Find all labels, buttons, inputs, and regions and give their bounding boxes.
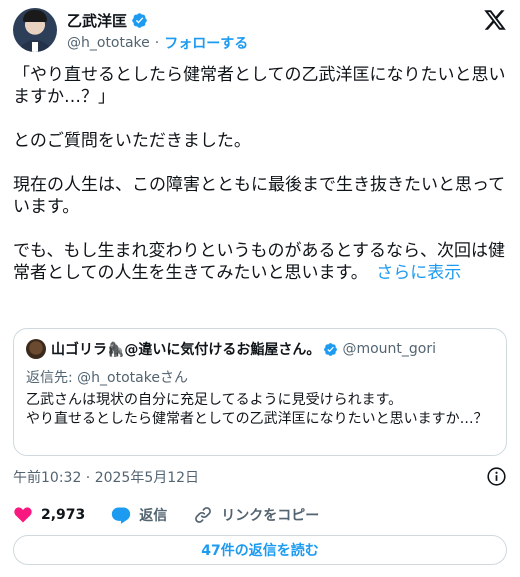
quoted-author-avatar xyxy=(26,339,46,359)
timestamp[interactable]: 午前10:32 · 2025年5月12日 xyxy=(13,467,199,487)
tweet-card: 乙武洋匡 @h_ototake · フォローする 「やり直せるとしたら健常者とし… xyxy=(0,0,520,577)
like-button[interactable]: 2,973 xyxy=(13,505,85,525)
author-name[interactable]: 乙武洋匡 xyxy=(67,10,127,31)
heart-icon xyxy=(14,507,32,523)
quoted-tweet-text: 乙武さんは現状の自分に充足してるように見受けられます。 やり直せるとしたら健常者… xyxy=(26,392,488,427)
tweet-header: 乙武洋匡 @h_ototake · フォローする xyxy=(13,8,507,56)
follow-button[interactable]: フォローする xyxy=(164,33,248,53)
copy-link-label: リンクをコピー xyxy=(221,508,320,524)
read-replies-button[interactable]: 47件の返信を読む xyxy=(13,535,507,565)
quoted-author-handle: @mount_gori xyxy=(342,341,436,357)
action-bar: 2,973 返信 リンクをコピー xyxy=(13,504,507,526)
tweet-text: 「やり直せるとしたら健常者としての乙武洋匡になりたいと思いますか…？」 とのご質… xyxy=(13,64,507,284)
quoted-author-name: 山ゴリラ🦍@違いに気付けるお鮨屋さん。 xyxy=(51,342,321,358)
author-handle[interactable]: @h_ototake xyxy=(67,35,150,51)
info-icon[interactable] xyxy=(486,466,507,487)
like-count: 2,973 xyxy=(41,507,86,523)
author-avatar[interactable] xyxy=(13,8,57,52)
reply-button[interactable]: 返信 xyxy=(111,505,167,525)
verified-badge-icon xyxy=(324,342,338,356)
copy-link-button[interactable]: リンクをコピー xyxy=(193,505,319,525)
quoted-tweet[interactable]: 山ゴリラ🦍@違いに気付けるお鮨屋さん。 @mount_gori 返信先: @h_… xyxy=(13,328,507,456)
quoted-tweet-header: 山ゴリラ🦍@違いに気付けるお鮨屋さん。 @mount_gori xyxy=(26,339,494,359)
author-identity: 乙武洋匡 @h_ototake · フォローする xyxy=(67,8,248,53)
show-more-link[interactable]: さらに表示 xyxy=(376,263,461,283)
reply-to-label: 返信先: @h_ototakeさん xyxy=(26,370,188,386)
reply-label: 返信 xyxy=(139,508,168,524)
read-replies-label: 47件の返信を読む xyxy=(201,543,319,559)
tweet-meta: 午前10:32 · 2025年5月12日 xyxy=(13,466,507,488)
x-logo-icon[interactable] xyxy=(483,8,507,32)
verified-badge-icon xyxy=(132,12,147,28)
tweet-body: 「やり直せるとしたら健常者としての乙武洋匡になりたいと思いますか…？」 とのご質… xyxy=(13,65,506,283)
separator-dot: · xyxy=(154,35,160,51)
link-icon xyxy=(195,507,212,523)
reply-icon xyxy=(112,507,131,524)
